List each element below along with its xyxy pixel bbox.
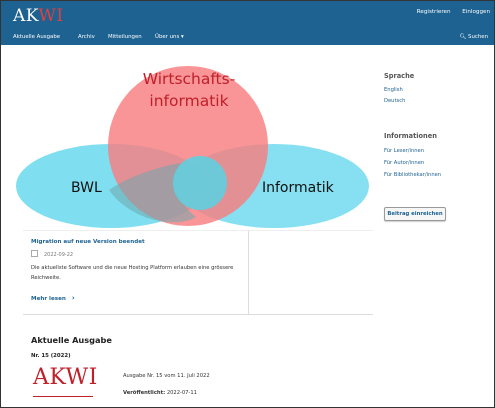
top-header: AKWI Registrieren Einloggen Aktuelle Aus… <box>1 1 494 45</box>
issue-cover-logo[interactable]: AKWI <box>33 365 98 390</box>
login-link[interactable]: Einloggen <box>462 9 490 15</box>
venn-label-bwl: BWL <box>71 180 102 196</box>
search-label: Suchen <box>468 34 488 40</box>
divider-bottom <box>23 314 373 315</box>
language-heading: Sprache <box>384 72 415 80</box>
announcement-body: Die aktuellste Software und die neue Hos… <box>31 265 234 281</box>
submit-article-button[interactable]: Beitrag einreichen <box>384 207 446 221</box>
chevron-right-icon: › <box>71 294 75 302</box>
published-date: 2022-07-11 <box>166 390 197 396</box>
announcement-date: 2022-09-22 <box>31 250 73 258</box>
info-authors[interactable]: Für Autor/innen <box>384 160 424 166</box>
language-english[interactable]: English <box>384 87 403 93</box>
issue-published: Veröffentlicht: 2022-07-11 <box>123 390 197 396</box>
venn-label-top-1: Wirtschafts- <box>143 70 236 88</box>
venn-diagram: Wirtschafts- informatik BWL Informatik <box>16 66 369 228</box>
page-frame: AKWI Registrieren Einloggen Aktuelle Aus… <box>0 0 495 408</box>
cover-wi: WI <box>65 365 98 390</box>
read-more-link[interactable]: Mehr lesen › <box>31 294 75 302</box>
venn-overlap-center <box>173 156 227 210</box>
divider-vertical <box>248 231 249 314</box>
calendar-icon <box>31 250 38 257</box>
site-logo[interactable]: AKWI <box>13 6 64 26</box>
register-link[interactable]: Registrieren <box>417 9 451 15</box>
issue-number: Nr. 15 (2022) <box>31 353 71 359</box>
main-nav: Aktuelle Ausgabe Archiv Mitteilungen Übe… <box>1 31 494 45</box>
nav-announcements[interactable]: Mitteilungen <box>108 34 142 40</box>
nav-archive[interactable]: Archiv <box>78 34 95 40</box>
read-more-label: Mehr lesen <box>31 296 66 302</box>
logo-wi: WI <box>38 6 64 26</box>
cover-ak: AK <box>33 365 66 390</box>
venn-label-informatik: Informatik <box>262 180 335 196</box>
search-icon: 🔍︎ <box>459 34 467 40</box>
announcement-date-text: 2022-09-22 <box>44 252 74 258</box>
divider-top <box>23 230 373 231</box>
language-deutsch[interactable]: Deutsch <box>384 98 405 104</box>
search-link[interactable]: 🔍︎ Suchen <box>459 34 488 40</box>
info-readers[interactable]: Für Leser/innen <box>384 148 424 154</box>
info-heading: Informationen <box>384 132 437 140</box>
published-label: Veröffentlicht: <box>123 390 166 396</box>
announcement-title[interactable]: Migration auf neue Version beendet <box>31 239 145 245</box>
current-issue-heading: Aktuelle Ausgabe <box>31 335 112 345</box>
user-links: Registrieren Einloggen <box>407 9 490 15</box>
venn-label-top-2: informatik <box>149 92 228 110</box>
nav-current-issue[interactable]: Aktuelle Ausgabe <box>13 34 60 40</box>
cover-underline <box>33 396 93 397</box>
logo-ak: AK <box>13 6 39 26</box>
issue-description: Ausgabe Nr. 15 vom 11. Juli 2022 <box>123 373 210 379</box>
info-librarians[interactable]: Für Bibliothekar/innen <box>384 172 441 178</box>
nav-about[interactable]: Über uns ▾ <box>155 34 184 40</box>
